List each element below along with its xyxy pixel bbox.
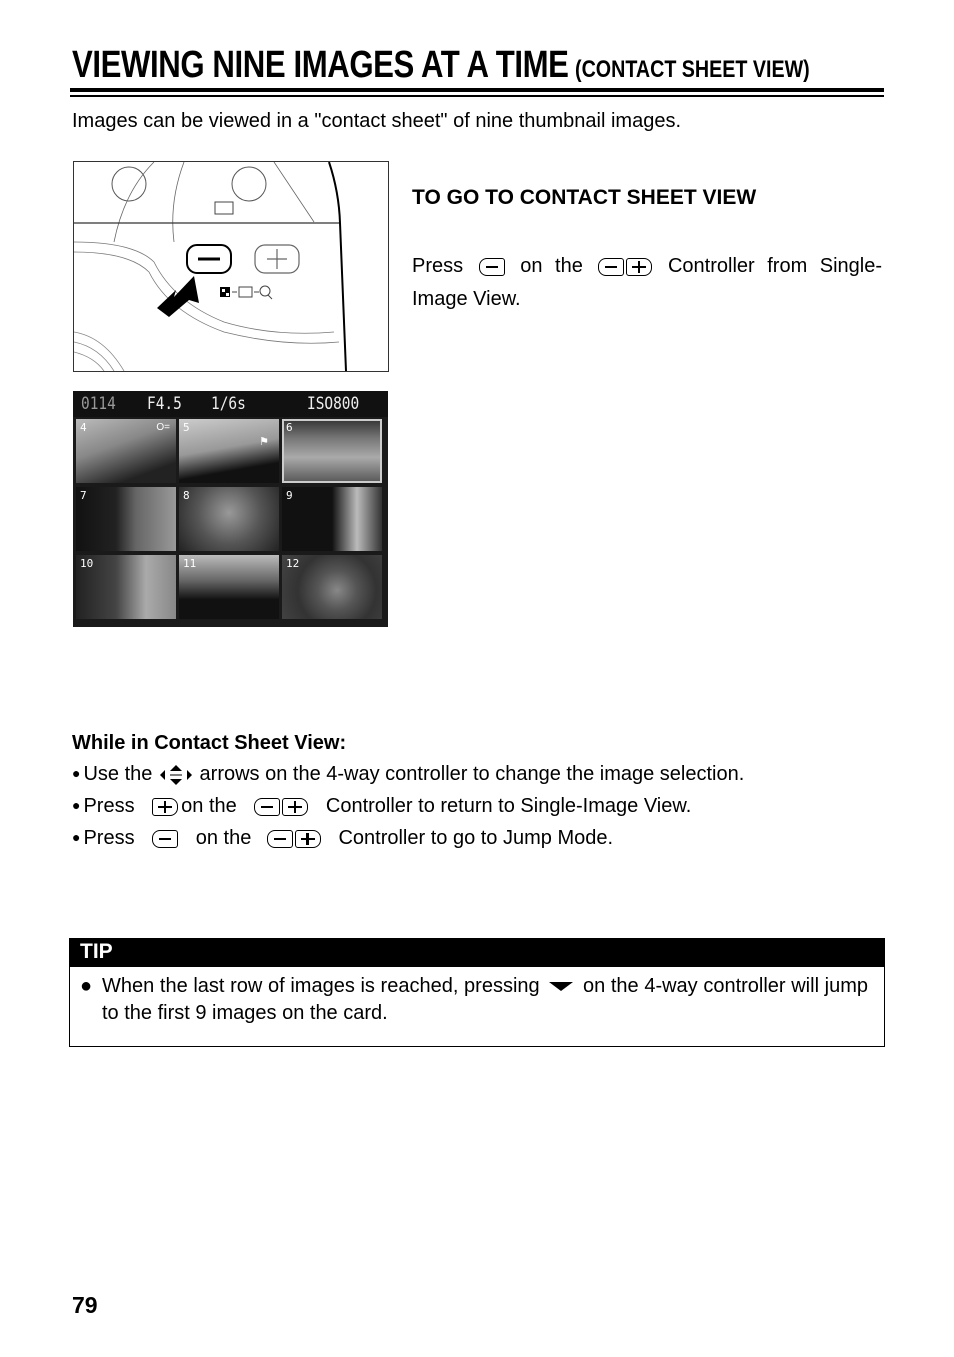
mode-icons xyxy=(220,285,273,300)
minus-button-icon xyxy=(152,829,179,848)
plus-button-icon xyxy=(152,797,179,816)
page-number: 79 xyxy=(72,1292,98,1318)
lcd-contact-sheet: 0114 F4.5 1/6s ISO800 4 O= 5 ⚑ 6 7 8 9 1… xyxy=(73,391,388,627)
title-main: VIEWING NINE IMAGES AT A TIME xyxy=(72,44,569,86)
bullet-dot: ● xyxy=(72,765,81,781)
thumbnail[interactable]: 9 xyxy=(282,487,382,551)
shutter-speed: 1/6s xyxy=(211,394,246,414)
while-section-heading: While in Contact Sheet View: xyxy=(72,732,347,754)
bullet-dot: ● xyxy=(80,975,93,997)
iso: ISO800 xyxy=(307,394,360,414)
minus-plus-controller-icon xyxy=(254,795,309,818)
go-section-heading: TO GO TO CONTACT SHEET VIEW xyxy=(412,186,757,209)
tip-label: TIP xyxy=(80,940,113,963)
title-rule-thin xyxy=(70,95,884,97)
title-rule-thick xyxy=(70,88,884,92)
camera-illustration xyxy=(73,161,389,372)
down-arrow-icon xyxy=(549,982,574,992)
minus-button-icon xyxy=(478,257,505,276)
thumbnail[interactable]: 5 ⚑ xyxy=(179,419,279,483)
bullet-dot: ● xyxy=(72,829,81,845)
plus-button-drawing xyxy=(254,244,300,274)
intro-text: Images can be viewed in a "contact sheet… xyxy=(72,110,681,132)
thumbnail[interactable]: 8 xyxy=(179,487,279,551)
minus-plus-controller-icon xyxy=(266,827,321,850)
bullet-item: ● Press on the Controller to go to Jump M… xyxy=(72,827,614,850)
tip-box: TIP ● When the last row of images is rea… xyxy=(69,938,885,1047)
key-icon: O= xyxy=(156,422,170,433)
bullet-item: ● Use the arrows on the 4-way controller … xyxy=(72,763,745,785)
thumbnail[interactable]: 7 xyxy=(76,487,176,551)
page-title: VIEWING NINE IMAGES AT A TIME (CONTACT SH… xyxy=(72,44,810,87)
thumbnail[interactable]: 12 xyxy=(282,555,382,619)
thumbnail-selected[interactable]: 6 xyxy=(282,419,382,483)
minus-plus-controller-icon xyxy=(598,250,653,283)
minus-button-drawing xyxy=(186,244,232,274)
bullet-dot: ● xyxy=(72,797,81,813)
camera-back-drawing xyxy=(74,162,347,371)
thumbnail[interactable]: 10 xyxy=(76,555,176,619)
pointer-arrow xyxy=(157,276,199,317)
af-icon xyxy=(214,201,234,215)
aperture: F4.5 xyxy=(147,394,182,414)
file-number: 0114 xyxy=(81,394,116,414)
four-way-arrows-icon xyxy=(159,764,192,785)
title-subtitle: (CONTACT SHEET VIEW) xyxy=(575,56,810,83)
flag-icon: ⚑ xyxy=(259,436,269,448)
thumbnail[interactable]: 11 xyxy=(179,555,279,619)
lcd-info-bar: 0114 F4.5 1/6s ISO800 xyxy=(73,391,388,417)
tip-text: When the last row of images is reached, … xyxy=(102,975,869,1024)
bullet-item: ● Press on the Controller to return to Si… xyxy=(72,795,692,818)
go-section-instruction: Press on the Controller from Single-Imag… xyxy=(412,250,882,316)
thumbnail[interactable]: 4 O= xyxy=(76,419,176,483)
tip-header: TIP xyxy=(70,939,884,967)
